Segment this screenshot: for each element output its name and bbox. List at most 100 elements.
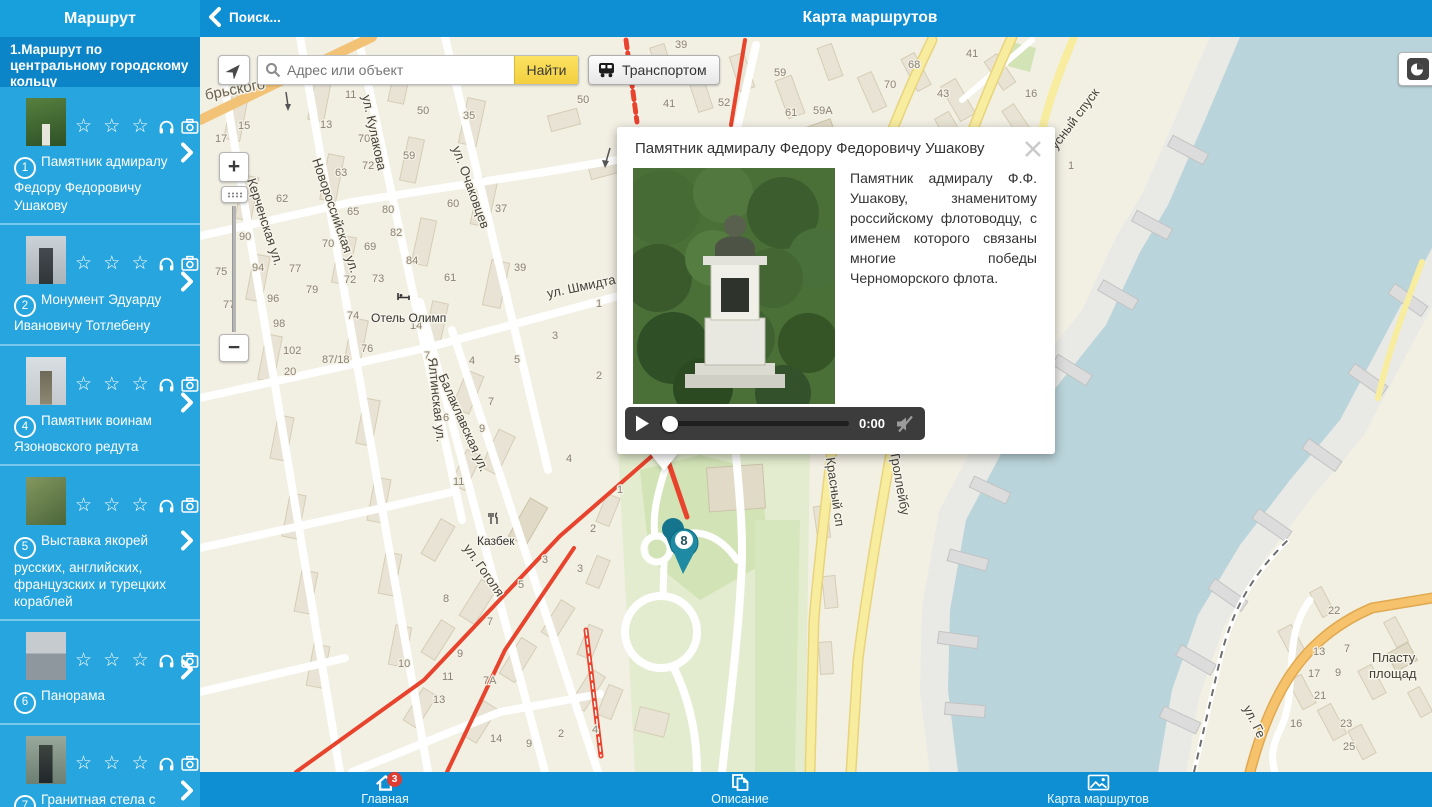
map-house-number: 59А [813, 105, 833, 117]
map-house-number: 80 [382, 204, 394, 216]
headphones-icon [158, 376, 175, 393]
stop-number: 5 [14, 537, 36, 559]
map-house-number: 82 [390, 227, 402, 239]
zoom-in-button[interactable]: + [219, 152, 249, 182]
route-stop-item[interactable]: ☆ ☆ ☆ [0, 346, 200, 467]
map-house-number: 1 [1068, 160, 1074, 172]
camera-icon [181, 255, 199, 272]
layers-button[interactable] [1398, 52, 1432, 86]
nav-home-label: Главная [320, 792, 450, 806]
ruler-button[interactable] [221, 186, 248, 203]
map-street-label: Отель Олимп [371, 311, 446, 325]
popup-tail [649, 452, 679, 471]
map-house-number: 3 [577, 563, 583, 575]
map-house-number: 87/18 [322, 354, 350, 366]
back-chevron-icon [208, 7, 221, 27]
chevron-right-icon[interactable] [181, 142, 193, 167]
map-house-number: 22 [1328, 605, 1340, 617]
route-stop-item[interactable]: ☆ ☆ ☆ [0, 225, 200, 346]
map-house-number: 3 [542, 554, 548, 566]
audio-progress-track[interactable] [660, 421, 849, 426]
map-house-number: 39 [675, 39, 687, 51]
nav-description[interactable]: Описание [675, 774, 805, 806]
audio-player: 0:00 [625, 407, 925, 440]
stop-title: Памятник адмиралу Федору Федоровичу Ушак… [14, 154, 168, 213]
popup-close-button[interactable] [1022, 138, 1044, 160]
map-house-number: 13 [320, 119, 332, 131]
back-to-search-button[interactable]: Поиск... [208, 7, 281, 27]
audio-progress-knob[interactable] [662, 416, 678, 432]
bottom-nav: 3 Главная Описание Карта [200, 772, 1432, 807]
route-stop-item[interactable]: ☆ ☆ ☆ [0, 87, 200, 225]
map-house-number: 74 [347, 310, 359, 322]
map-house-number: 9 [1335, 667, 1341, 679]
map-house-number: 96 [267, 293, 279, 305]
map-house-number: 77 [289, 263, 301, 275]
map-house-number: 72 [344, 274, 356, 286]
map-house-number: 7 [488, 396, 494, 408]
find-button[interactable]: Найти [514, 56, 578, 84]
headphones-icon [158, 497, 175, 514]
map-house-number: 70 [884, 79, 896, 91]
map-house-number: 7 [487, 616, 493, 628]
transport-button-label: Транспортом [622, 62, 707, 78]
map-house-number: 76 [361, 343, 373, 355]
stop-number: 4 [14, 416, 36, 438]
rating-stars-icon: ☆ ☆ ☆ [75, 254, 152, 273]
address-search-input[interactable] [281, 56, 514, 84]
play-button[interactable] [635, 415, 650, 432]
map-house-number: 94 [252, 262, 264, 274]
map-house-number: 16 [1290, 718, 1302, 730]
route-stop-item[interactable]: ☆ ☆ ☆ [0, 466, 200, 621]
map-house-number: 13 [433, 694, 445, 706]
map-house-number: 50 [417, 105, 429, 117]
map-house-number: 4 [469, 355, 475, 367]
map-house-number: 20 [284, 366, 296, 378]
stop-thumbnail [26, 357, 66, 405]
map-house-number: 9 [457, 648, 463, 660]
marker-number: 8 [680, 533, 687, 548]
nav-home[interactable]: 3 Главная [320, 774, 450, 806]
chevron-right-icon[interactable] [181, 659, 193, 684]
route-stop-item[interactable]: ☆ ☆ ☆ [0, 725, 200, 807]
map-street-label: Пласту [1372, 650, 1416, 665]
map-house-number: 60 [447, 198, 459, 210]
chevron-right-icon[interactable] [181, 780, 193, 805]
map-house-number: 11 [442, 671, 453, 683]
stop-title: Панорама [41, 688, 105, 703]
map-house-number: 70 [322, 238, 334, 250]
landmark-popup: Памятник адмиралу Федору Федоровичу Ушак… [617, 127, 1055, 454]
chevron-right-icon[interactable] [181, 272, 193, 297]
home-badge: 3 [387, 772, 402, 787]
zoom-slider[interactable] [232, 206, 236, 332]
headphones-icon [158, 118, 175, 135]
zoom-out-button[interactable]: − [219, 334, 249, 362]
rating-stars-icon: ☆ ☆ ☆ [75, 496, 152, 515]
map-house-number: 11 [453, 476, 464, 488]
route-sidebar: Маршрут 1.Маршрут по центральному городс… [0, 0, 200, 807]
map-house-number: 69 [364, 241, 376, 253]
stop-thumbnail [26, 236, 66, 284]
geolocate-button[interactable] [218, 55, 250, 85]
map-house-number: 23 [1340, 718, 1352, 730]
search-icon [258, 56, 281, 84]
map-house-number: 63 [335, 167, 347, 179]
rating-stars-icon: ☆ ☆ ☆ [75, 375, 152, 394]
page-title: Карта маршрутов [803, 9, 938, 27]
map-house-number: 2 [590, 523, 596, 535]
mute-button[interactable] [895, 415, 915, 433]
transport-button[interactable]: Транспортом [588, 55, 720, 85]
chevron-right-icon[interactable] [181, 392, 193, 417]
nav-route-map[interactable]: Карта маршрутов [1033, 774, 1163, 806]
stop-title: Монумент Эдуарду Ивановичу Тотлебену [14, 292, 161, 333]
map-house-number: 17 [1308, 668, 1320, 680]
map-house-number: 41 [966, 48, 978, 60]
chevron-right-icon[interactable] [181, 530, 193, 555]
play-icon [635, 415, 650, 432]
stop-number: 1 [14, 157, 36, 179]
route-stop-item[interactable]: ☆ ☆ ☆ [0, 621, 200, 724]
map-house-number: 21 [1314, 690, 1326, 702]
map-house-number: 4 [566, 453, 572, 465]
map-house-number: 2 [558, 728, 564, 740]
stop-number: 6 [14, 692, 36, 714]
